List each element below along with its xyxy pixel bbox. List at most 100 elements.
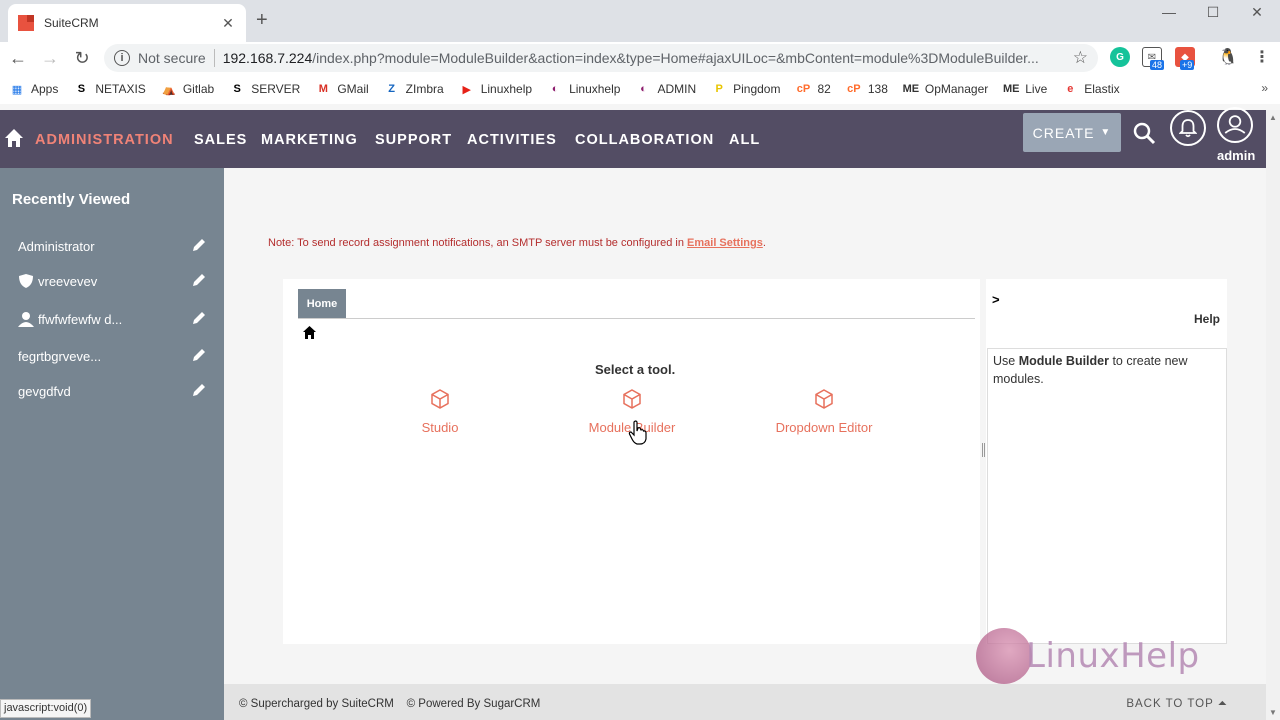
note-end: . [762,237,766,249]
opmanager-icon: ME [902,83,920,95]
browser-toolbar: ← → ↻ i Not secure 192.168.7.224 /index.… [0,42,1280,74]
bookmark-label: 82 [817,82,831,96]
nav-sales[interactable]: SALES [194,132,247,148]
tool-dropdown-editor[interactable]: Dropdown Editor [764,388,884,435]
recent-item[interactable]: Administrator [0,231,224,261]
gmail-icon: M [318,83,328,95]
cube-icon [623,389,641,409]
close-tab-icon[interactable]: ✕ [220,15,236,32]
bookmark-item[interactable]: cP 82 [796,82,831,96]
reload-icon[interactable]: ↻ [72,48,92,68]
help-toggle[interactable]: > [992,292,1000,307]
panel-resize-handle[interactable] [982,443,985,457]
gitlab-badge: +9 [1180,60,1195,70]
bookmark-item[interactable]: ◐ ADMIN [636,82,696,96]
bookmark-item[interactable]: ⛺ Gitlab [162,82,214,96]
bookmark-label: Linuxhelp [569,82,621,96]
user-name[interactable]: admin [1217,148,1255,163]
edit-pencil-icon[interactable] [192,348,206,362]
bookmark-item[interactable]: ▦ Apps [10,82,59,96]
user-avatar-icon[interactable] [1217,107,1253,143]
nav-support[interactable]: SUPPORT [375,132,452,148]
minimize-button[interactable]: — [1146,4,1192,20]
bookmark-item[interactable]: ◐ Linuxhelp [548,82,621,96]
scroll-up-icon[interactable]: ▲ [1269,113,1277,122]
cpanel-icon: cP [796,83,811,95]
cube-icon [815,389,833,409]
linux-penguin-icon[interactable]: 🐧 [1218,47,1238,67]
back-to-top-link[interactable]: BACK TO TOP ⏶ [1126,698,1228,711]
scroll-down-icon[interactable]: ▼ [1269,708,1277,717]
pingdom-icon: P [715,83,723,95]
close-window-button[interactable]: ✕ [1234,4,1280,21]
nav-activities[interactable]: ACTIVITIES [467,132,557,148]
bookmarks-overflow-icon[interactable]: » [1261,81,1268,95]
nav-all[interactable]: ALL [729,132,760,148]
search-icon[interactable] [1132,121,1156,145]
linuxhelp-icon: ◐ [551,83,559,95]
help-bold: Module Builder [1018,354,1109,368]
url-host: 192.168.7.224 [222,50,313,66]
mail-badge: 48 [1150,60,1165,70]
bookmark-item[interactable]: ▶ Linuxhelp [460,82,532,96]
tab-title: SuiteCRM [44,16,99,30]
bookmark-item[interactable]: e Elastix [1063,82,1119,96]
youtube-icon: ▶ [462,83,471,96]
url-path: /index.php?module=ModuleBuilder&action=i… [312,50,1039,66]
new-tab-button[interactable]: + [256,9,268,32]
forward-arrow-icon[interactable]: → [40,48,60,68]
bookmark-item[interactable]: ME Live [1003,82,1047,96]
bookmark-item[interactable]: P Pingdom [712,82,780,96]
edit-pencil-icon[interactable] [192,238,206,252]
recent-item-label: ffwfwfewfw d... [38,311,123,327]
edit-pencil-icon[interactable] [192,311,206,325]
info-icon[interactable]: i [114,50,130,66]
bookmark-label: Linuxhelp [480,82,533,96]
tool-label: Dropdown Editor [775,420,873,435]
recent-item[interactable]: ffwfwfewfw d... [0,304,224,334]
bookmark-item[interactable]: cP 138 [847,82,888,96]
bookmark-item[interactable]: S SERVER [230,82,301,96]
bookmark-item[interactable]: ME OpManager [902,82,989,96]
home-icon[interactable] [4,128,24,148]
browser-tab[interactable]: SuiteCRM ✕ [8,4,246,42]
maximize-button[interactable]: ☐ [1190,4,1236,21]
bookmark-item[interactable]: Z ZImbra [385,82,444,96]
recent-item[interactable]: gevgdfvd [0,376,224,406]
tool-label: Studio [421,420,459,435]
page-scrollbar[interactable] [1266,110,1280,720]
bookmark-item[interactable]: M GMail [316,82,369,96]
bookmark-label: ZImbra [405,82,444,96]
bookmark-label: Pingdom [733,82,781,96]
grammarly-extension-icon[interactable]: G [1110,47,1130,67]
email-settings-link[interactable]: Email Settings [687,237,763,249]
back-arrow-icon[interactable]: ← [8,48,28,68]
footer-credits: © Supercharged by SuiteCRM © Powered By … [239,698,541,710]
server-icon: S [233,83,241,95]
recent-item-label: fegrtbgrveve... [18,348,102,364]
nav-marketing[interactable]: MARKETING [261,132,358,148]
create-button[interactable]: CREATE ▼ [1023,113,1121,152]
home-icon[interactable] [302,325,317,340]
bookmark-star-icon[interactable]: ☆ [1073,48,1088,68]
select-tool-heading: Select a tool. [595,362,676,377]
notifications-button[interactable] [1170,110,1206,146]
netaxis-icon: S [77,83,86,95]
tool-studio[interactable]: Studio [410,388,470,435]
cpanel-icon: cP [847,83,861,95]
bookmark-label: Elastix [1084,82,1120,96]
nav-administration[interactable]: ADMINISTRATION [35,132,174,148]
bookmark-item[interactable]: S NETAXIS [74,82,146,96]
apps-grid-icon: ▦ [11,83,23,96]
admin-icon: ◐ [640,83,647,95]
gitlab-icon: ⛺ [161,83,176,96]
edit-pencil-icon[interactable] [192,273,206,287]
edit-pencil-icon[interactable] [192,383,206,397]
recent-item[interactable]: vreevevev [0,266,224,296]
bell-icon [1179,119,1197,138]
recent-item[interactable]: fegrtbgrveve... [0,341,224,371]
tab-home[interactable]: Home [298,289,346,318]
address-bar[interactable]: i Not secure 192.168.7.224 /index.php?mo… [104,44,1098,72]
nav-collaboration[interactable]: COLLABORATION [575,132,714,148]
menu-kebab-icon[interactable]: ⋮ [1252,47,1272,67]
